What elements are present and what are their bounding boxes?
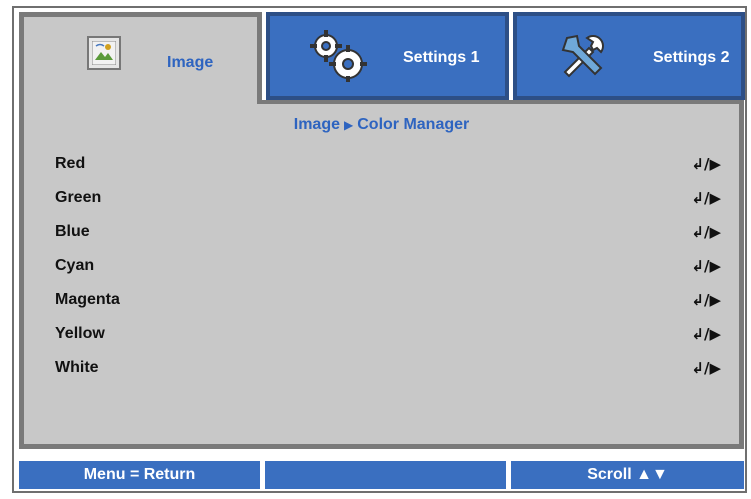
menu-item-cyan[interactable]: Cyan ↲/▶ — [55, 251, 721, 285]
tab-settings-1-label: Settings 1 — [403, 49, 480, 66]
breadcrumb: Image ▶ Color Manager — [24, 116, 739, 134]
enter-arrow-icon: ↲/▶ — [691, 189, 721, 207]
osd-menu: Image Settings 1 Settings 2 Image ▶ Colo… — [12, 6, 747, 493]
footer-scroll: Scroll ▲▼ — [511, 461, 744, 489]
menu-item-label: Magenta — [55, 291, 120, 308]
enter-arrow-icon: ↲/▶ — [691, 223, 721, 241]
menu-item-yellow[interactable]: Yellow ↲/▶ — [55, 319, 721, 353]
tab-settings-1[interactable]: Settings 1 — [266, 12, 509, 100]
tab-image-label: Image — [167, 54, 214, 71]
menu-panel: Image ▶ Color Manager Red ↲/▶ Green ↲/▶ Bl… — [19, 104, 744, 449]
breadcrumb-parent: Image — [293, 116, 340, 133]
tab-image[interactable]: Image — [19, 12, 262, 112]
enter-arrow-icon: ↲/▶ — [691, 325, 721, 343]
tab-settings-2-label: Settings 2 — [653, 49, 730, 66]
enter-arrow-icon: ↲/▶ — [691, 359, 721, 377]
menu-item-green[interactable]: Green ↲/▶ — [55, 183, 721, 217]
breadcrumb-current: Color Manager — [357, 116, 470, 133]
image-icon — [87, 36, 121, 70]
menu-item-magenta[interactable]: Magenta ↲/▶ — [55, 285, 721, 319]
footer-empty — [265, 461, 506, 489]
menu-item-white[interactable]: White ↲/▶ — [55, 353, 721, 387]
gears-icon — [310, 30, 367, 82]
menu-item-label: Green — [55, 189, 102, 206]
menu-item-label: Cyan — [55, 257, 95, 274]
menu-item-label: Yellow — [55, 325, 105, 342]
footer-menu-return: Menu = Return — [19, 461, 260, 489]
menu-item-label: White — [55, 359, 99, 376]
menu-item-label: Blue — [55, 223, 90, 240]
enter-arrow-icon: ↲/▶ — [691, 257, 721, 275]
menu-item-blue[interactable]: Blue ↲/▶ — [55, 217, 721, 251]
menu-item-red[interactable]: Red ↲/▶ — [55, 149, 721, 183]
enter-arrow-icon: ↲/▶ — [691, 155, 721, 173]
menu-item-label: Red — [55, 155, 86, 172]
tab-settings-2[interactable]: Settings 2 — [513, 12, 745, 100]
triangle-right-icon: ▶ — [344, 118, 354, 132]
enter-arrow-icon: ↲/▶ — [691, 291, 721, 309]
tools-icon — [561, 34, 604, 78]
